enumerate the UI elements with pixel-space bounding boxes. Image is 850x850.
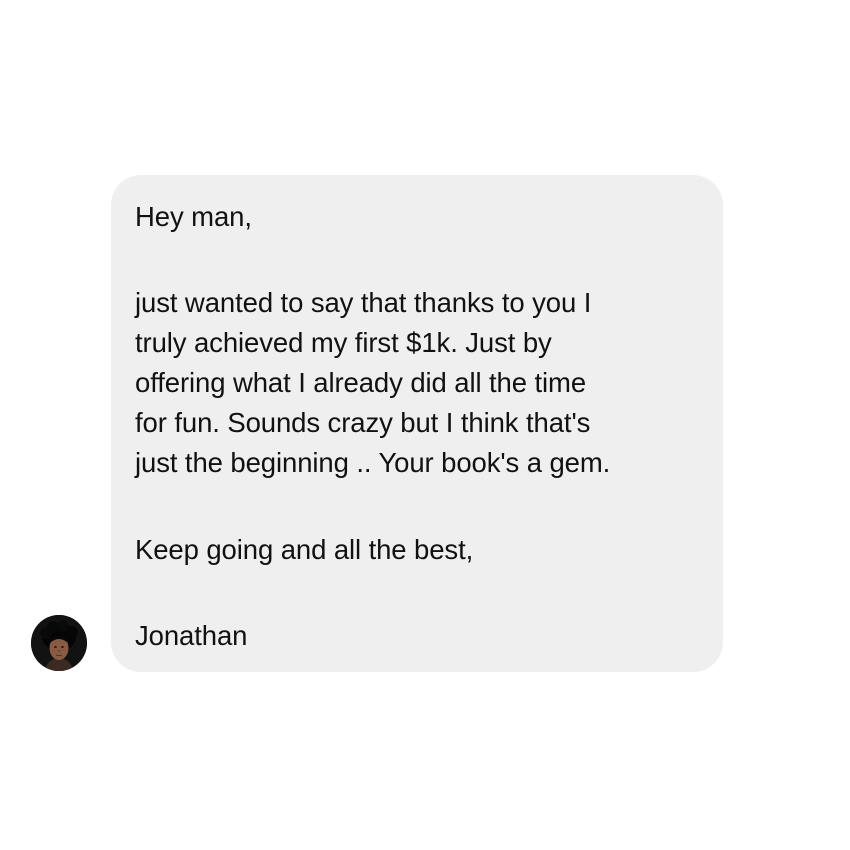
message-body: just wanted to say that thanks to you I … bbox=[135, 283, 699, 483]
profile-photo-icon bbox=[31, 615, 87, 671]
message-greeting: Hey man, bbox=[135, 201, 252, 232]
message-signature: Jonathan bbox=[135, 620, 248, 651]
sender-avatar[interactable] bbox=[31, 615, 87, 671]
message-body-line: truly achieved my first $1k. Just by bbox=[135, 327, 552, 358]
message-body-line: offering what I already did all the time bbox=[135, 367, 587, 398]
message-body-line: for fun. Sounds crazy but I think that's bbox=[135, 407, 591, 438]
message-body-line: just the beginning .. Your book's a gem. bbox=[135, 447, 611, 478]
message-body-line: just wanted to say that thanks to you I bbox=[135, 287, 592, 318]
message-thread: Hey man, just wanted to say that thanks … bbox=[0, 0, 850, 850]
message-bubble[interactable]: Hey man, just wanted to say that thanks … bbox=[111, 175, 723, 672]
message-closing: Keep going and all the best, bbox=[135, 534, 474, 565]
